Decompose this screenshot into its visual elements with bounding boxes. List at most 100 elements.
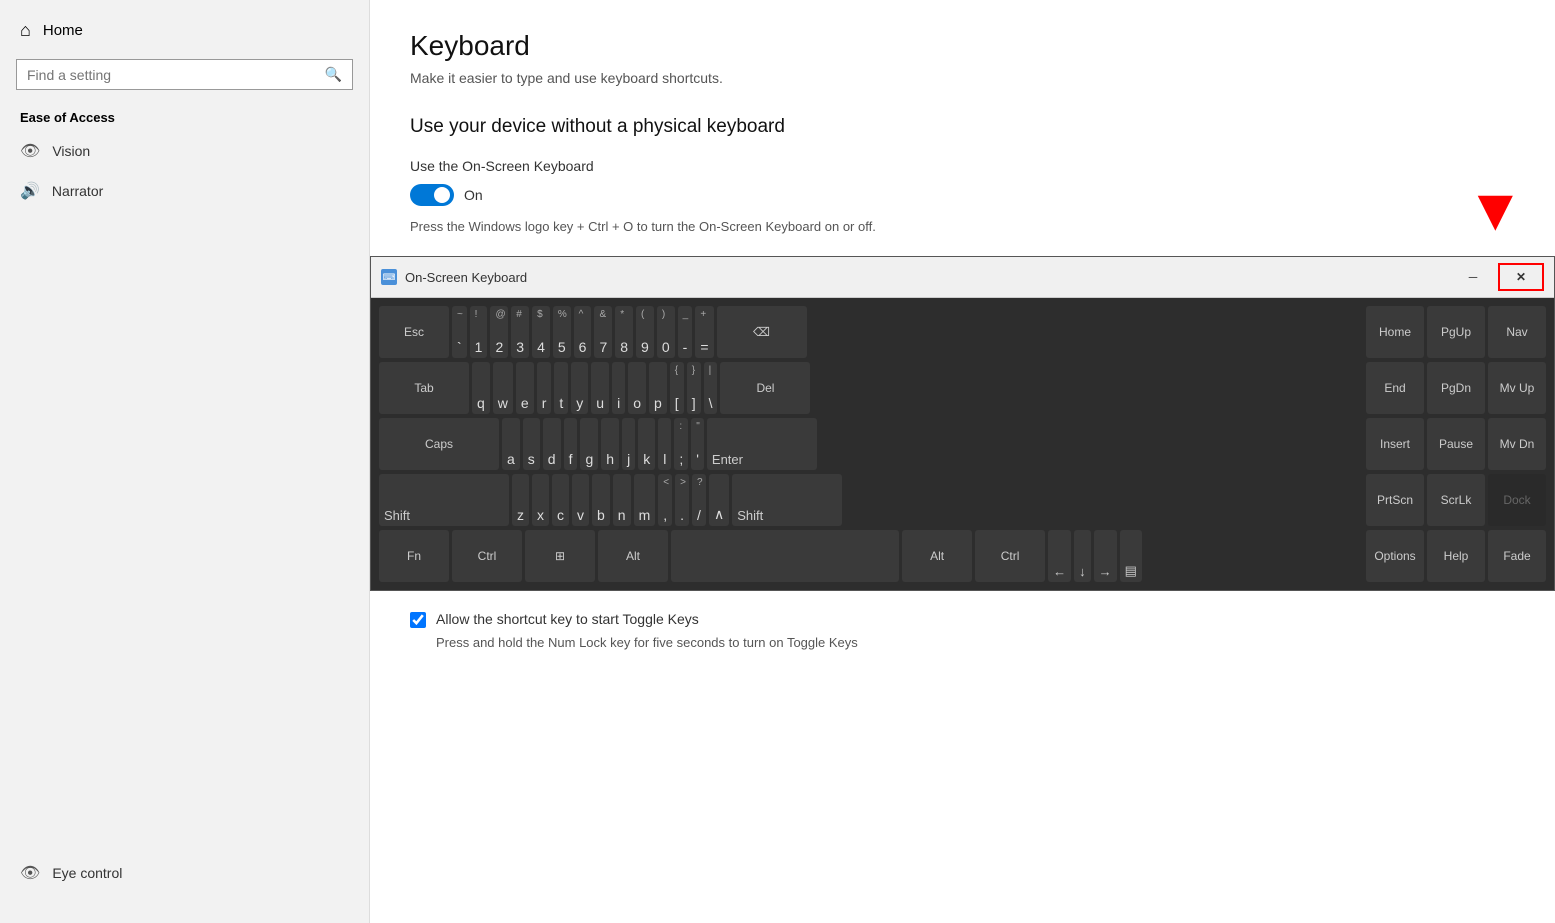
key-tilde[interactable]: ~` xyxy=(452,306,467,358)
sidebar-item-narrator[interactable]: 🔊 Narrator xyxy=(0,171,369,211)
key-a[interactable]: a xyxy=(502,418,520,470)
key-i[interactable]: i xyxy=(612,362,625,414)
key-pgup[interactable]: PgUp xyxy=(1427,306,1485,358)
key-equals[interactable]: += xyxy=(695,306,713,358)
key-8[interactable]: *8 xyxy=(615,306,633,358)
osk-toggle[interactable] xyxy=(410,184,454,206)
key-lbracket[interactable]: {[ xyxy=(670,362,684,414)
key-p[interactable]: p xyxy=(649,362,667,414)
key-r[interactable]: r xyxy=(537,362,552,414)
key-esc[interactable]: Esc xyxy=(379,306,449,358)
home-icon: ⌂ xyxy=(20,20,31,41)
key-alt-right[interactable]: Alt xyxy=(902,530,972,582)
key-v[interactable]: v xyxy=(572,474,589,526)
key-options[interactable]: Options xyxy=(1366,530,1424,582)
key-h[interactable]: h xyxy=(601,418,619,470)
key-2[interactable]: @2 xyxy=(490,306,508,358)
key-context[interactable]: ▤ xyxy=(1120,530,1142,582)
key-mvup[interactable]: Mv Up xyxy=(1488,362,1546,414)
search-input[interactable] xyxy=(27,67,325,83)
key-1[interactable]: !1 xyxy=(470,306,488,358)
key-down[interactable]: ↓ xyxy=(1074,530,1091,582)
key-g[interactable]: g xyxy=(580,418,598,470)
key-b[interactable]: b xyxy=(592,474,610,526)
search-icon: 🔍 xyxy=(325,66,342,83)
key-4[interactable]: $4 xyxy=(532,306,550,358)
osk-window: ⌨ On-Screen Keyboard ─ ✕ Esc ~` !1 @2 #3… xyxy=(370,256,1555,591)
key-y[interactable]: y xyxy=(571,362,588,414)
key-del[interactable]: Del xyxy=(720,362,810,414)
key-caps[interactable]: Caps xyxy=(379,418,499,470)
key-backspace[interactable]: ⌫ xyxy=(717,306,807,358)
key-backslash[interactable]: |\ xyxy=(704,362,718,414)
keyboard-row-1: Esc ~` !1 @2 #3 $4 %5 ^6 &7 *8 (9 )0 _- … xyxy=(379,306,1546,358)
key-x[interactable]: x xyxy=(532,474,549,526)
key-prtscn[interactable]: PrtScn xyxy=(1366,474,1424,526)
key-5[interactable]: %5 xyxy=(553,306,571,358)
key-c[interactable]: c xyxy=(552,474,569,526)
key-period[interactable]: >. xyxy=(675,474,689,526)
key-shift-right[interactable]: Shift xyxy=(732,474,842,526)
key-enter[interactable]: Enter xyxy=(707,418,817,470)
key-nav[interactable]: Nav xyxy=(1488,306,1546,358)
key-quote[interactable]: "' xyxy=(691,418,704,470)
key-j[interactable]: j xyxy=(622,418,635,470)
osk-close-button[interactable]: ✕ xyxy=(1498,263,1544,291)
key-o[interactable]: o xyxy=(628,362,646,414)
key-w[interactable]: w xyxy=(493,362,513,414)
key-k[interactable]: k xyxy=(638,418,655,470)
key-fn[interactable]: Fn xyxy=(379,530,449,582)
key-tab[interactable]: Tab xyxy=(379,362,469,414)
key-m[interactable]: m xyxy=(634,474,656,526)
eye-control-icon: 👁 xyxy=(20,863,40,883)
key-0[interactable]: )0 xyxy=(657,306,675,358)
key-minus[interactable]: _- xyxy=(678,306,693,358)
key-home[interactable]: Home xyxy=(1366,306,1424,358)
key-7[interactable]: &7 xyxy=(594,306,612,358)
key-comma[interactable]: <, xyxy=(658,474,672,526)
toggle-state-label: On xyxy=(464,187,483,203)
key-end[interactable]: End xyxy=(1366,362,1424,414)
key-right[interactable]: → xyxy=(1094,530,1117,582)
key-alt-left[interactable]: Alt xyxy=(598,530,668,582)
key-pgdn[interactable]: PgDn xyxy=(1427,362,1485,414)
search-box-container: 🔍 xyxy=(16,59,353,90)
key-e[interactable]: e xyxy=(516,362,534,414)
key-shift-left[interactable]: Shift xyxy=(379,474,509,526)
sidebar-item-vision[interactable]: 👁 Vision xyxy=(0,131,369,171)
sidebar-item-eye-control[interactable]: 👁 Eye control xyxy=(0,853,370,893)
key-ctrl-right[interactable]: Ctrl xyxy=(975,530,1045,582)
key-insert[interactable]: Insert xyxy=(1366,418,1424,470)
key-t[interactable]: t xyxy=(554,362,568,414)
key-6[interactable]: ^6 xyxy=(574,306,592,358)
key-win[interactable]: ⊞ xyxy=(525,530,595,582)
key-fade[interactable]: Fade xyxy=(1488,530,1546,582)
key-slash[interactable]: ?/ xyxy=(692,474,706,526)
key-help[interactable]: Help xyxy=(1427,530,1485,582)
key-left[interactable]: ← xyxy=(1048,530,1071,582)
vision-icon: 👁 xyxy=(20,141,40,161)
key-q[interactable]: q xyxy=(472,362,490,414)
key-u[interactable]: u xyxy=(591,362,609,414)
key-upcaret[interactable]: ∧ xyxy=(709,474,729,526)
osk-minimize-button[interactable]: ─ xyxy=(1450,263,1496,291)
key-s[interactable]: s xyxy=(523,418,540,470)
key-semicolon[interactable]: :; xyxy=(674,418,688,470)
key-n[interactable]: n xyxy=(613,474,631,526)
key-f[interactable]: f xyxy=(564,418,578,470)
key-3[interactable]: #3 xyxy=(511,306,529,358)
sidebar-home[interactable]: ⌂ Home xyxy=(0,10,369,51)
key-ctrl-left[interactable]: Ctrl xyxy=(452,530,522,582)
key-rbracket[interactable]: }] xyxy=(687,362,701,414)
key-mvdn[interactable]: Mv Dn xyxy=(1488,418,1546,470)
key-dock[interactable]: Dock xyxy=(1488,474,1546,526)
key-scrlk[interactable]: ScrLk xyxy=(1427,474,1485,526)
key-pause[interactable]: Pause xyxy=(1427,418,1485,470)
key-d[interactable]: d xyxy=(543,418,561,470)
key-9[interactable]: (9 xyxy=(636,306,654,358)
key-space[interactable] xyxy=(671,530,899,582)
toggle-keys-checkbox[interactable] xyxy=(410,612,426,628)
key-z[interactable]: z xyxy=(512,474,529,526)
osk-title-left: ⌨ On-Screen Keyboard xyxy=(381,269,527,285)
key-l[interactable]: l xyxy=(658,418,671,470)
